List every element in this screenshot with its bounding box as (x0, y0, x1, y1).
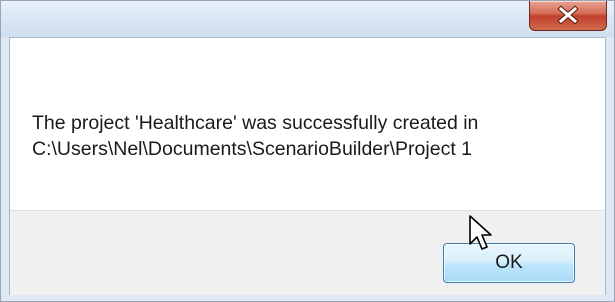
message-dialog: The project 'Healthcare' was successfull… (0, 0, 615, 302)
button-bar: OK (10, 210, 605, 295)
close-icon (530, 1, 606, 29)
message-text: The project 'Healthcare' was successfull… (32, 110, 592, 162)
title-bar[interactable] (1, 1, 614, 37)
close-button[interactable] (529, 1, 607, 31)
message-line: The project 'Healthcare' was successfull… (32, 112, 479, 134)
message-area: The project 'Healthcare' was successfull… (10, 38, 605, 210)
message-line: C:\Users\Nel\Documents\ScenarioBuilder\P… (32, 138, 473, 160)
dialog-content-frame: The project 'Healthcare' was successfull… (9, 37, 606, 295)
ok-button[interactable]: OK (443, 243, 575, 283)
